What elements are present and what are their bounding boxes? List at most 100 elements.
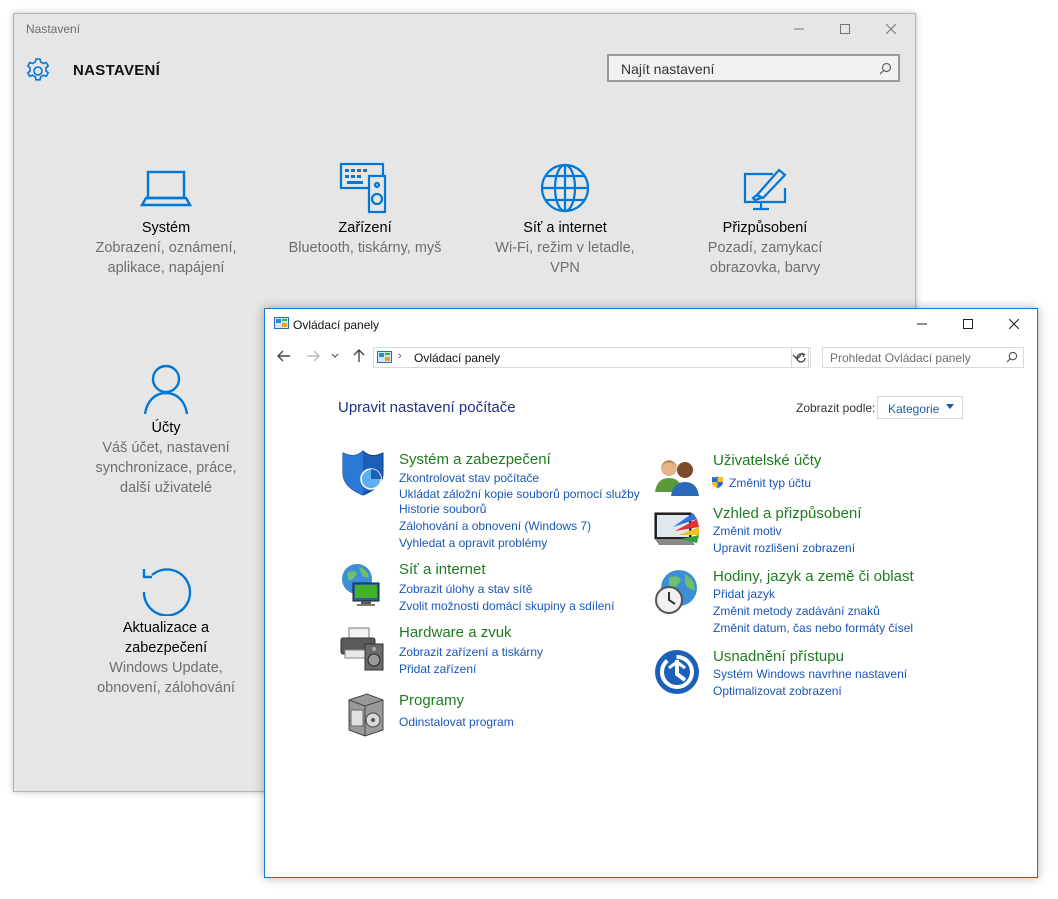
cp-close-button[interactable]: [991, 309, 1037, 339]
tile-network[interactable]: Síť a internet Wi-Fi, režim v letadle, V…: [465, 162, 665, 278]
refresh-button[interactable]: [791, 347, 811, 368]
chevron-down-icon: [331, 353, 339, 358]
category-title[interactable]: Uživatelské účty: [713, 452, 821, 469]
recent-locations-button[interactable]: [329, 347, 341, 365]
category-link[interactable]: Historie souborů: [399, 502, 486, 516]
search-icon[interactable]: [1006, 351, 1018, 363]
shield-icon: [342, 450, 384, 496]
category-link[interactable]: Odinstalovat program: [399, 715, 514, 729]
tile-system[interactable]: Systém Zobrazení, oznámení, aplikace, na…: [66, 162, 266, 278]
control-panel-icon: [274, 317, 289, 329]
forward-button[interactable]: [304, 347, 322, 365]
tile-network-desc-2: VPN: [550, 260, 580, 276]
tile-network-desc-1: Wi-Fi, režim v letadle,: [495, 240, 635, 256]
close-button[interactable]: [868, 14, 914, 44]
printer-speaker-icon: [340, 627, 384, 671]
refresh-icon: [796, 351, 806, 363]
close-icon: [1009, 319, 1019, 329]
cp-navigation-bar: › Ovládací panely: [265, 343, 1037, 371]
view-by-label: Zobrazit podle:: [796, 401, 876, 415]
minimize-icon: [917, 323, 927, 325]
category-link[interactable]: Upravit rozlišení zobrazení: [713, 541, 855, 555]
category-title[interactable]: Hardware a zvuk: [399, 624, 512, 641]
minimize-button[interactable]: [776, 14, 822, 44]
tile-update-title: Aktualizace a: [122, 620, 210, 636]
ease-of-access-icon: [655, 650, 699, 694]
tile-personalization-desc-1: Pozadí, zamykací: [707, 240, 823, 256]
maximize-button[interactable]: [822, 14, 868, 44]
laptop-icon: [139, 170, 193, 207]
category-link[interactable]: Změnit typ účtu: [729, 476, 811, 490]
up-button[interactable]: [350, 347, 368, 365]
tile-update-security[interactable]: Aktualizace a zabezpečení Windows Update…: [66, 562, 266, 698]
gear-icon: [26, 58, 50, 81]
view-by-dropdown[interactable]: Kategorie: [877, 396, 963, 419]
category-link[interactable]: Zobrazit úlohy a stav sítě: [399, 582, 532, 596]
person-icon: [143, 364, 189, 415]
tile-personalization-desc-2: obrazovka, barvy: [709, 260, 821, 276]
cp-maximize-button[interactable]: [945, 309, 991, 339]
settings-search-box[interactable]: [607, 54, 900, 82]
arrow-right-icon: [307, 350, 320, 362]
category-link[interactable]: Optimalizovat zobrazení: [713, 684, 842, 698]
keyboard-speaker-icon: [339, 162, 387, 214]
category-title[interactable]: Hodiny, jazyk a země či oblast: [713, 568, 914, 585]
category-link[interactable]: Změnit motiv: [713, 524, 782, 538]
tile-system-desc-2: aplikace, napájení: [107, 260, 225, 276]
tile-system-desc-1: Zobrazení, oznámení,: [95, 240, 237, 256]
tile-update-desc-2: obnovení, zálohování: [97, 680, 235, 696]
category-link[interactable]: Změnit metody zadávání znaků: [713, 604, 880, 618]
tile-personalization[interactable]: Přizpůsobení Pozadí, zamykací obrazovka,…: [665, 162, 865, 278]
category-link[interactable]: Zálohování a obnovení (Windows 7): [399, 519, 591, 533]
category-link[interactable]: Systém Windows navrhne nastavení: [713, 667, 907, 681]
settings-heading: NASTAVENÍ: [73, 62, 161, 79]
programs-box-icon: [348, 693, 384, 737]
category-link[interactable]: Přidat jazyk: [713, 587, 775, 601]
category-link[interactable]: Zobrazit zařízení a tiskárny: [399, 645, 543, 659]
dropdown-arrow-icon: [946, 404, 954, 409]
control-panel-window: Ovládací panely › Ovládací panely Prohle…: [264, 308, 1038, 878]
settings-search-input[interactable]: [619, 60, 863, 78]
maximize-icon: [840, 24, 850, 34]
paint-monitor-icon: [743, 168, 787, 211]
breadcrumb[interactable]: Ovládací panely: [414, 351, 500, 365]
uac-shield-icon: [712, 475, 723, 489]
cp-search-box[interactable]: [822, 347, 1024, 368]
users-icon: [655, 460, 699, 496]
control-panel-icon: [377, 351, 392, 363]
tile-personalization-title: Přizpůsobení: [722, 220, 808, 236]
cp-search-input[interactable]: [830, 351, 1000, 365]
cp-page-title: Upravit nastavení počítače: [338, 399, 516, 416]
view-by-value: Kategorie: [888, 402, 940, 416]
category-link[interactable]: Zkontrolovat stav počítače: [399, 471, 539, 485]
monitor-palette-icon: [654, 512, 699, 545]
category-link[interactable]: Vyhledat a opravit problémy: [399, 536, 547, 550]
address-bar[interactable]: › Ovládací panely: [373, 347, 809, 368]
close-icon: [886, 24, 896, 34]
cp-minimize-button[interactable]: [899, 309, 945, 339]
category-title[interactable]: Usnadnění přístupu: [713, 648, 844, 665]
tile-devices-title: Zařízení: [338, 220, 392, 236]
cp-window-title: Ovládací panely: [293, 318, 380, 332]
tile-accounts-desc-1: Váš účet, nastavení: [102, 440, 230, 456]
settings-header: NASTAVENÍ: [14, 54, 915, 104]
category-link[interactable]: Přidat zařízení: [399, 662, 476, 676]
category-title[interactable]: Programy: [399, 692, 464, 709]
network-globe-icon: [342, 564, 380, 606]
arrow-left-icon: [277, 350, 290, 362]
tile-devices[interactable]: Zařízení Bluetooth, tiskárny, myš: [265, 162, 465, 258]
clock-globe-icon: [655, 570, 697, 614]
category-link[interactable]: Ukládat záložní kopie souborů pomocí slu…: [399, 487, 640, 501]
category-title[interactable]: Systém a zabezpečení: [399, 451, 551, 468]
tile-accounts[interactable]: Účty Váš účet, nastavení synchronizace, …: [66, 362, 266, 498]
tile-update-desc-1: Windows Update,: [109, 660, 223, 676]
category-link[interactable]: Zvolit možnosti domácí skupiny a sdílení: [399, 599, 614, 613]
category-link[interactable]: Změnit datum, čas nebo formáty čísel: [713, 621, 913, 635]
back-button[interactable]: [275, 347, 293, 365]
cp-titlebar: Ovládací panely: [265, 309, 1037, 339]
globe-icon: [540, 163, 590, 213]
search-icon[interactable]: [879, 62, 892, 75]
tile-update-title-2: zabezpečení: [124, 640, 208, 656]
category-title[interactable]: Vzhled a přizpůsobení: [713, 505, 861, 522]
category-title[interactable]: Síť a internet: [399, 561, 486, 578]
